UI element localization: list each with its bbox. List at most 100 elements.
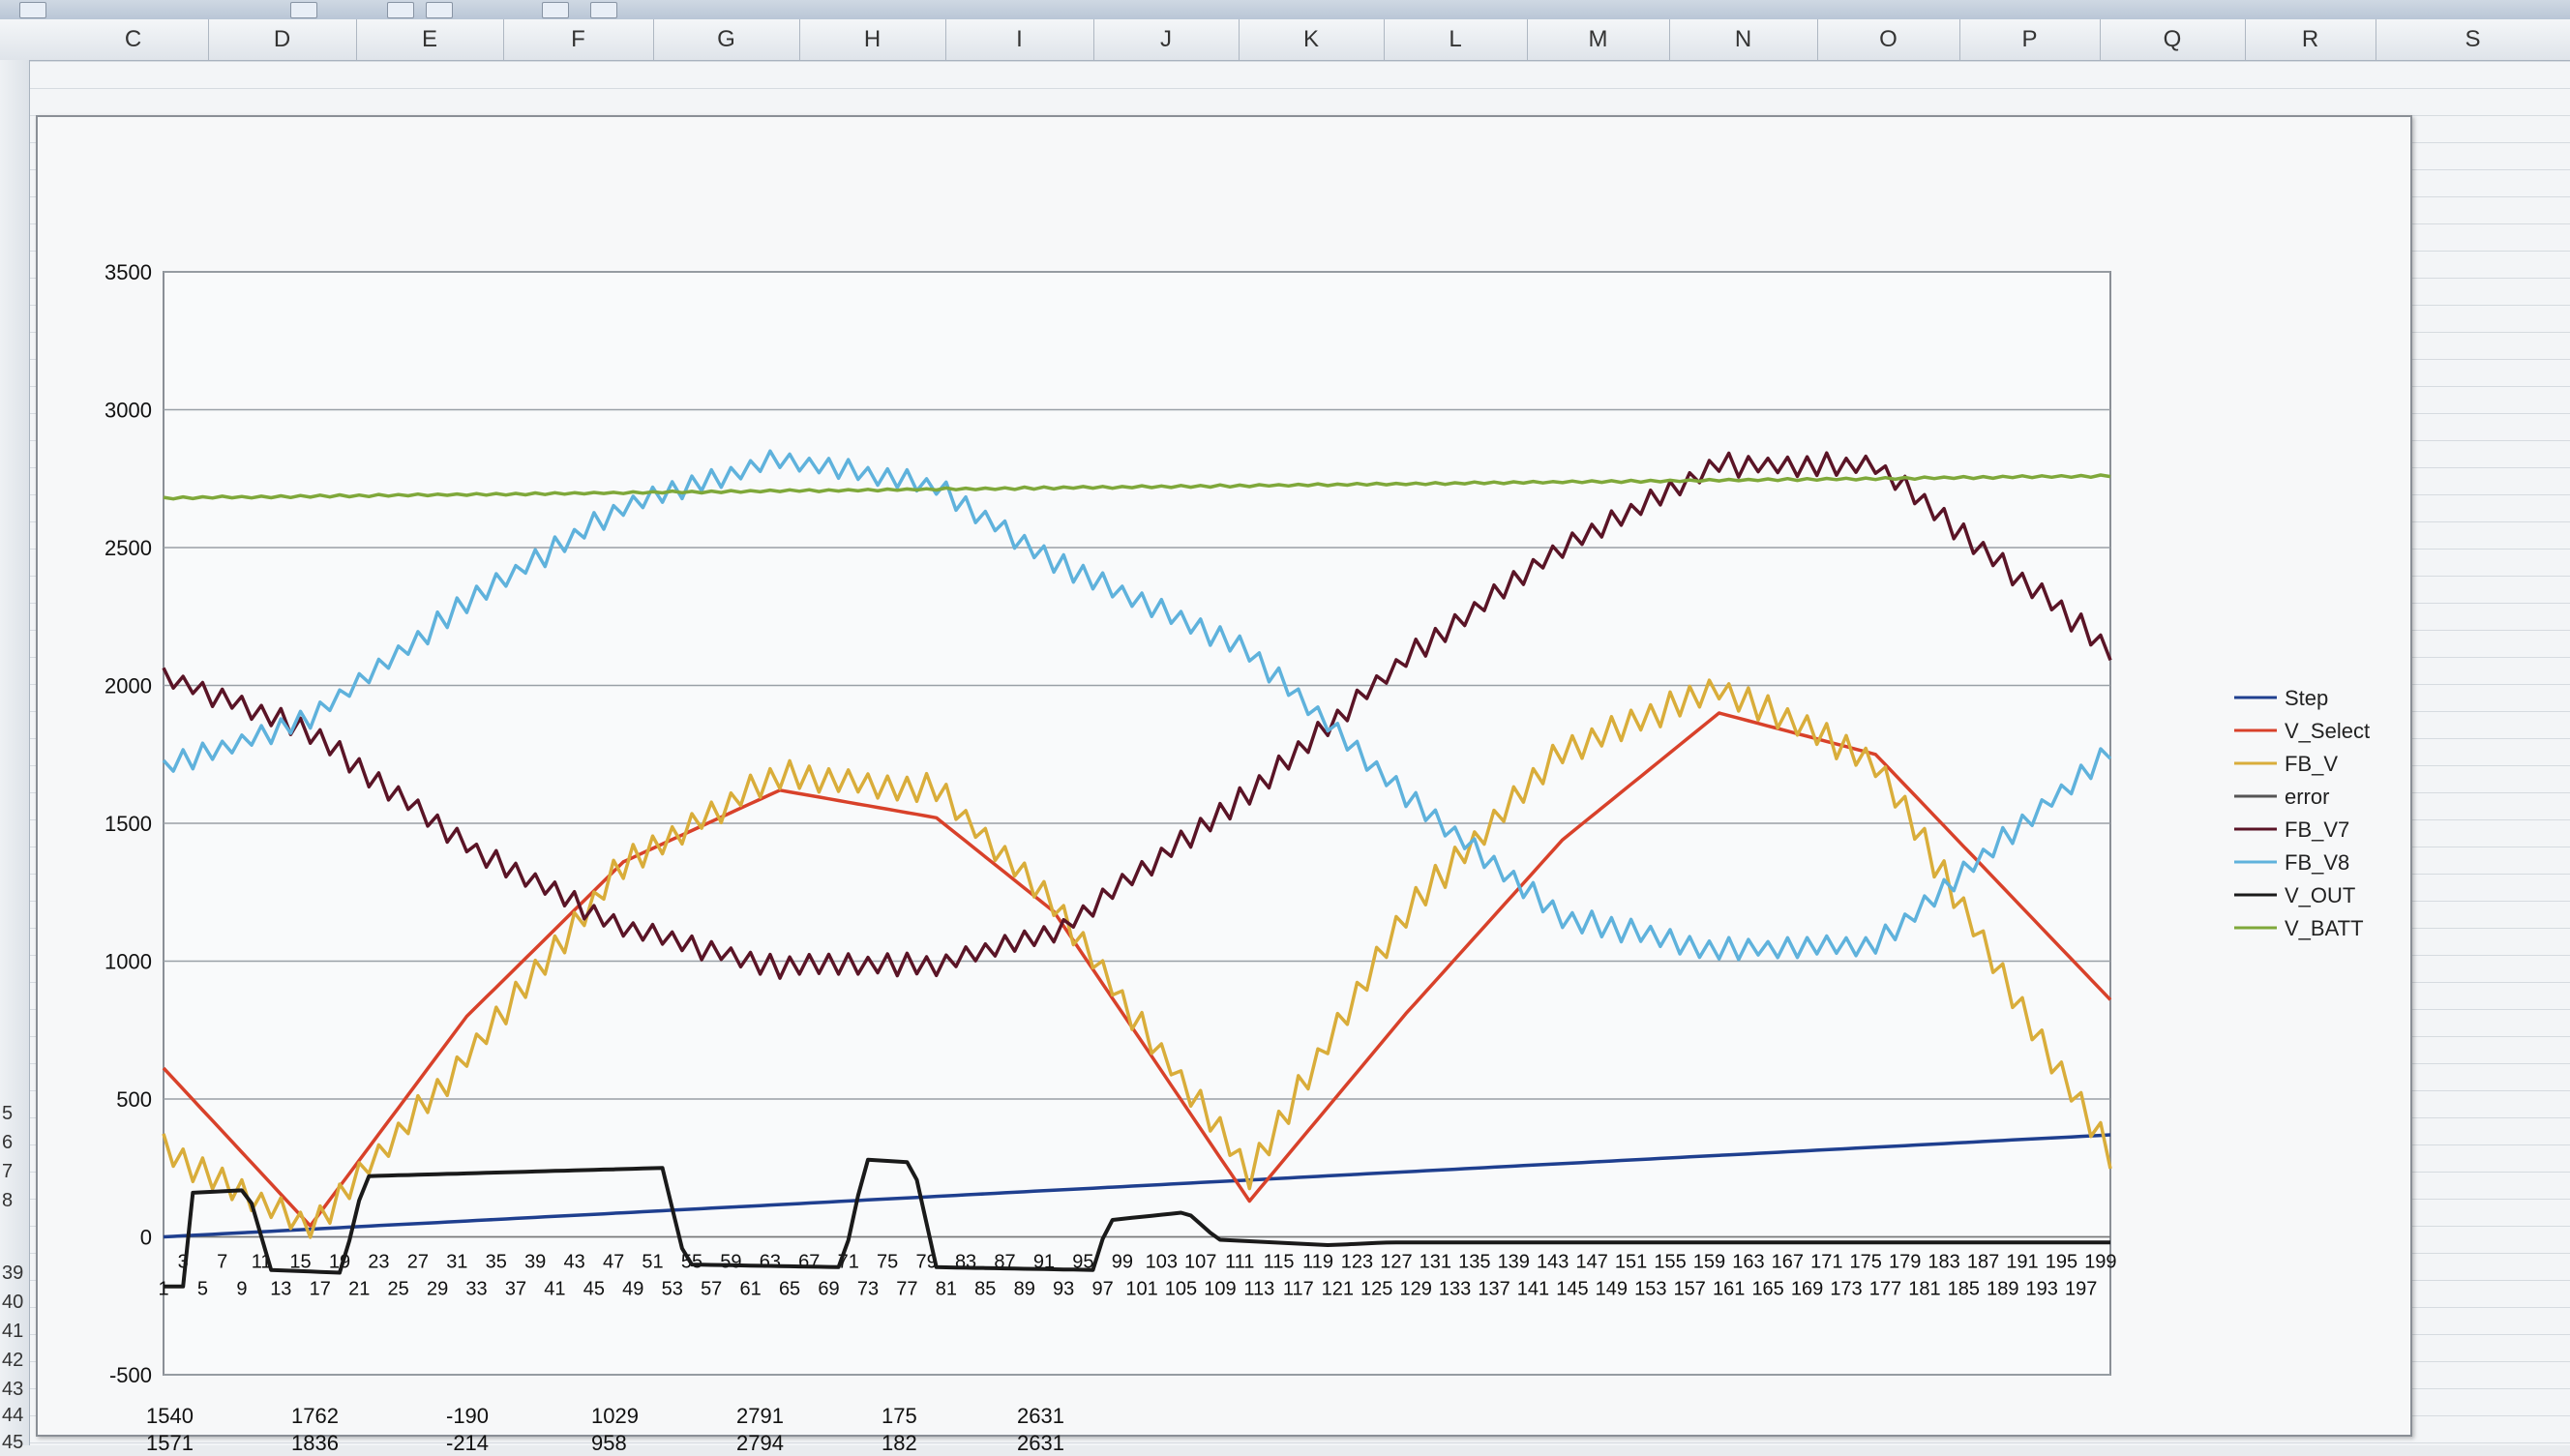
y-tick-label: 1500 <box>105 812 152 836</box>
column-header-m[interactable]: M <box>1527 19 1670 60</box>
x-tick-label: 149 <box>1596 1279 1628 1300</box>
row-header[interactable]: 43 <box>0 1379 31 1401</box>
x-tick-label: 125 <box>1360 1279 1392 1300</box>
cell-value[interactable]: 958 <box>591 1431 627 1456</box>
row-header[interactable]: 41 <box>0 1321 31 1343</box>
cell-value[interactable]: -214 <box>446 1431 489 1456</box>
x-tick-label: 53 <box>662 1279 683 1300</box>
worksheet-grid[interactable]: 3500 3000 2500 2000 1500 1000 500 0 -500 3 7 11 15 19… <box>30 61 2570 1455</box>
row-header[interactable]: 45 <box>0 1432 31 1454</box>
x-tick-label: 115 <box>1264 1252 1295 1273</box>
row-header[interactable]: 39 <box>0 1263 31 1285</box>
toolbar-button[interactable] <box>19 2 46 18</box>
x-tick-label: 171 <box>1810 1252 1842 1273</box>
x-tick-label: 89 <box>1014 1279 1035 1300</box>
column-header-f[interactable]: F <box>503 19 654 60</box>
x-tick-label: 103 <box>1146 1252 1178 1273</box>
row-header[interactable]: 7 <box>0 1161 31 1183</box>
legend-entry[interactable]: FB_V8 <box>2285 850 2349 875</box>
column-headers: CDEFGHIJKLMNOPQRS <box>0 19 2570 61</box>
y-tick-label: 3500 <box>105 260 152 284</box>
x-tick-label: 59 <box>720 1252 741 1273</box>
x-tick-label: 21 <box>348 1279 370 1300</box>
cell-value[interactable]: 182 <box>882 1431 917 1456</box>
legend-entry[interactable]: FB_V <box>2285 752 2338 776</box>
legend-entry[interactable]: FB_V7 <box>2285 817 2349 842</box>
column-header-k[interactable]: K <box>1239 19 1385 60</box>
column-header-o[interactable]: O <box>1817 19 1960 60</box>
column-header-l[interactable]: L <box>1384 19 1528 60</box>
legend-entry[interactable]: error <box>2285 785 2329 809</box>
y-tick-label: 1000 <box>105 950 152 974</box>
row-header[interactable]: 44 <box>0 1405 31 1427</box>
y-tick-label: 2500 <box>105 536 152 560</box>
x-tick-label: 101 <box>1125 1279 1157 1300</box>
column-header-g[interactable]: G <box>653 19 800 60</box>
column-header-c[interactable]: C <box>58 19 209 60</box>
x-tick-label: 133 <box>1439 1279 1471 1300</box>
x-tick-label: 97 <box>1091 1279 1113 1300</box>
column-header-d[interactable]: D <box>208 19 357 60</box>
x-tick-label: 177 <box>1869 1279 1901 1300</box>
line-chart[interactable]: 3500300025002000150010005000-5003 7 11 15 19… <box>38 117 2410 1435</box>
x-tick-label: 139 <box>1498 1252 1530 1273</box>
row-header[interactable]: 42 <box>0 1350 31 1372</box>
x-tick-label: 145 <box>1556 1279 1588 1300</box>
column-header-q[interactable]: Q <box>2100 19 2246 60</box>
x-tick-label: 127 <box>1380 1252 1412 1273</box>
cell-value[interactable]: 2791 <box>736 1404 784 1429</box>
x-tick-label: 151 <box>1615 1252 1647 1273</box>
x-tick-label: 81 <box>936 1279 957 1300</box>
cell-value[interactable]: 2631 <box>1017 1431 1064 1456</box>
x-tick-label: 25 <box>388 1279 409 1300</box>
legend-entry[interactable]: V_BATT <box>2285 916 2364 940</box>
x-tick-label: 65 <box>779 1279 800 1300</box>
x-tick-label: 51 <box>642 1252 663 1273</box>
y-tick-label: 0 <box>140 1226 152 1250</box>
x-tick-label: 35 <box>486 1252 507 1273</box>
x-tick-label: 141 <box>1517 1279 1549 1300</box>
x-tick-label: 129 <box>1399 1279 1431 1300</box>
column-header-n[interactable]: N <box>1669 19 1818 60</box>
legend-entry[interactable]: V_OUT <box>2285 883 2355 907</box>
cell-value[interactable]: 1029 <box>591 1404 639 1429</box>
row-header[interactable]: 6 <box>0 1132 31 1154</box>
toolbar-button[interactable] <box>542 2 569 18</box>
column-header-h[interactable]: H <box>799 19 946 60</box>
column-header-s[interactable]: S <box>2376 19 2570 60</box>
x-tick-label: 75 <box>877 1252 898 1273</box>
legend-entry[interactable]: V_Select <box>2285 719 2370 743</box>
column-header-p[interactable]: P <box>1959 19 2101 60</box>
cell-value[interactable]: 1540 <box>146 1404 194 1429</box>
x-tick-label: 93 <box>1053 1279 1074 1300</box>
column-header-e[interactable]: E <box>356 19 504 60</box>
toolbar-button[interactable] <box>387 2 414 18</box>
cell-value[interactable]: 175 <box>882 1404 917 1429</box>
toolbar <box>0 0 2570 20</box>
x-tick-label: 189 <box>1987 1279 2018 1300</box>
legend-entry[interactable]: Step <box>2285 686 2328 710</box>
toolbar-button[interactable] <box>590 2 617 18</box>
column-header-j[interactable]: J <box>1093 19 1240 60</box>
cell-value[interactable]: -190 <box>446 1404 489 1429</box>
x-tick-label: 99 <box>1112 1252 1133 1273</box>
chart-object[interactable]: 3500 3000 2500 2000 1500 1000 500 0 -500 3 7 11 15 19… <box>36 115 2412 1437</box>
cell-value[interactable]: 1762 <box>291 1404 339 1429</box>
row-header[interactable]: 5 <box>0 1103 31 1125</box>
toolbar-button[interactable] <box>426 2 453 18</box>
cell-value[interactable]: 1836 <box>291 1431 339 1456</box>
row-header[interactable]: 40 <box>0 1292 31 1314</box>
x-tick-label: 161 <box>1713 1279 1745 1300</box>
cell-value[interactable]: 2631 <box>1017 1404 1064 1429</box>
x-tick-label: 131 <box>1419 1252 1451 1273</box>
x-tick-label: 31 <box>446 1252 467 1273</box>
row-header[interactable]: 8 <box>0 1190 31 1212</box>
x-tick-label: 185 <box>1948 1279 1980 1300</box>
cell-value[interactable]: 1571 <box>146 1431 194 1456</box>
x-tick-label: 121 <box>1322 1279 1354 1300</box>
column-header-i[interactable]: I <box>945 19 1094 60</box>
toolbar-button[interactable] <box>290 2 317 18</box>
cell-value[interactable]: 2794 <box>736 1431 784 1456</box>
column-header-r[interactable]: R <box>2245 19 2376 60</box>
x-tick-label: 47 <box>603 1252 624 1273</box>
